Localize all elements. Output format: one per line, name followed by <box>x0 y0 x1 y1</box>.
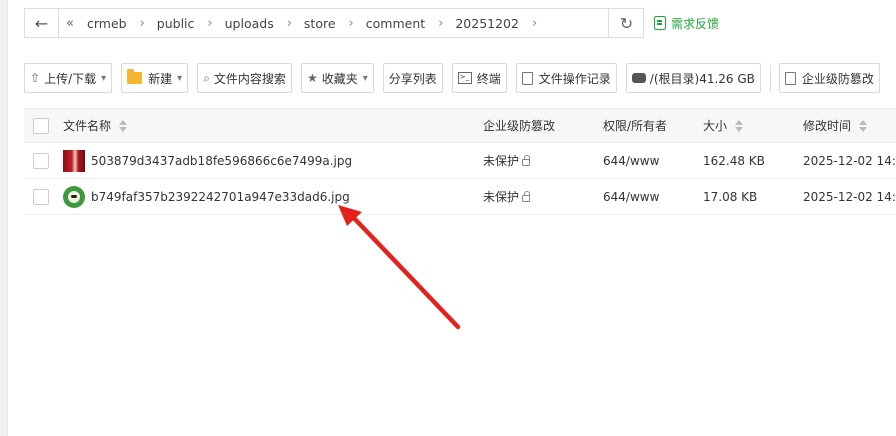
breadcrumb-20251202[interactable]: 20251202 › <box>449 9 543 37</box>
table-row[interactable]: b749faf357b2392242701a947e33dad6.jpg 未保护… <box>24 179 896 215</box>
breadcrumb-store[interactable]: store › <box>298 9 360 37</box>
file-content-search-button[interactable]: ⌕ 文件内容搜索 <box>197 63 292 93</box>
reload-button[interactable]: ↻ <box>608 8 644 38</box>
toolbar-divider <box>769 65 771 91</box>
refresh-icon: ↻ <box>619 13 634 33</box>
file-name-cell[interactable]: 503879d3437adb18fe596866c6e7499a.jpg <box>63 143 352 178</box>
address-bar-row: ← « crmeb › public › uploads › store › c… <box>24 8 896 38</box>
breadcrumb-crmeb[interactable]: crmeb › <box>81 9 151 37</box>
file-name-cell[interactable]: b749faf357b2392242701a947e33dad6.jpg <box>63 179 350 214</box>
feedback-icon <box>654 16 666 30</box>
chevron-right-icon: › <box>348 15 354 31</box>
protect-status-cell[interactable]: 未保护 <box>483 143 531 178</box>
double-chevron-left-icon[interactable]: « <box>59 9 81 37</box>
file-operation-log-button[interactable]: 文件操作记录 <box>515 63 617 93</box>
header-name[interactable]: 文件名称 <box>63 109 128 142</box>
image-thumbnail <box>63 149 85 172</box>
disk-icon <box>631 73 646 83</box>
protect-status-cell[interactable]: 未保护 <box>483 179 531 214</box>
disk-button[interactable]: /(根目录)41.26 GB <box>625 63 761 93</box>
row-checkbox-cell <box>33 179 49 214</box>
mtime-cell: 2025-12-02 14:3 <box>803 189 896 204</box>
table-row[interactable]: 503879d3437adb18fe596866c6e7499a.jpg 未保护… <box>24 143 896 179</box>
mtime-cell: 2025-12-02 14:3 <box>803 153 896 168</box>
chevron-right-icon: › <box>438 15 444 31</box>
header-mtime[interactable]: 修改时间 <box>803 109 868 142</box>
new-button[interactable]: 新建 ▾ <box>121 63 189 93</box>
image-thumbnail <box>63 185 85 208</box>
header-protect: 企业级防篡改 <box>483 119 556 133</box>
file-table-header: 文件名称 企业级防篡改 权限/所有者 大小 修改时间 <box>24 108 896 143</box>
permission-cell[interactable]: 644/www <box>603 143 659 178</box>
path-bar: ← « crmeb › public › uploads › store › c… <box>24 8 644 38</box>
size-cell: 162.48 KB <box>703 153 765 168</box>
sort-icon <box>735 119 744 132</box>
feedback-link[interactable]: 需求反馈 <box>654 8 719 38</box>
header-size[interactable]: 大小 <box>703 109 744 142</box>
breadcrumb-uploads[interactable]: uploads › <box>219 9 298 37</box>
terminal-icon: >_ <box>457 72 472 84</box>
sort-icon <box>119 119 128 132</box>
select-all-checkbox[interactable] <box>33 117 49 134</box>
document-icon <box>521 71 533 85</box>
back-button[interactable]: ← <box>25 9 59 37</box>
left-gutter <box>0 0 8 436</box>
row-checkbox-cell <box>33 143 49 178</box>
favorites-button[interactable]: ★ 收藏夹 ▾ <box>300 63 374 93</box>
shield-document-icon <box>784 71 796 85</box>
upload-download-button[interactable]: ⇧ 上传/下载 ▾ <box>24 63 113 93</box>
chevron-right-icon: › <box>286 15 292 31</box>
select-all-checkbox-cell <box>33 109 49 142</box>
size-cell: 17.08 KB <box>703 189 758 204</box>
chevron-right-icon: › <box>531 15 538 31</box>
row-checkbox[interactable] <box>33 188 49 205</box>
search-icon: ⌕ <box>203 70 210 85</box>
chevron-down-icon: ▾ <box>101 72 107 84</box>
sort-icon <box>859 119 868 132</box>
share-list-button[interactable]: 分享列表 <box>382 63 443 93</box>
enterprise-protect-button[interactable]: 企业级防篡改 <box>778 63 880 93</box>
lock-icon <box>522 155 531 166</box>
permission-cell[interactable]: 644/www <box>603 179 659 214</box>
file-toolbar: ⇧ 上传/下载 ▾ 新建 ▾ ⌕ 文件内容搜索 ★ 收藏夹 ▾ 分享列表 >_ … <box>24 62 889 94</box>
chevron-right-icon: › <box>139 15 145 31</box>
chevron-right-icon: › <box>207 15 213 31</box>
arrow-left-icon: ← <box>34 13 49 33</box>
breadcrumb-public[interactable]: public › <box>151 9 219 37</box>
lock-icon <box>522 191 531 202</box>
annotation-arrow-shaft <box>349 213 461 330</box>
chevron-down-icon: ▾ <box>177 72 183 84</box>
upload-icon: ⇧ <box>30 71 41 85</box>
row-checkbox[interactable] <box>33 152 49 169</box>
breadcrumb-comment[interactable]: comment › <box>360 9 450 37</box>
star-icon: ★ <box>306 71 318 85</box>
folder-icon <box>127 69 143 84</box>
terminal-button[interactable]: >_ 终端 <box>451 63 507 93</box>
chevron-down-icon: ▾ <box>362 72 368 84</box>
header-permission: 权限/所有者 <box>603 119 668 133</box>
